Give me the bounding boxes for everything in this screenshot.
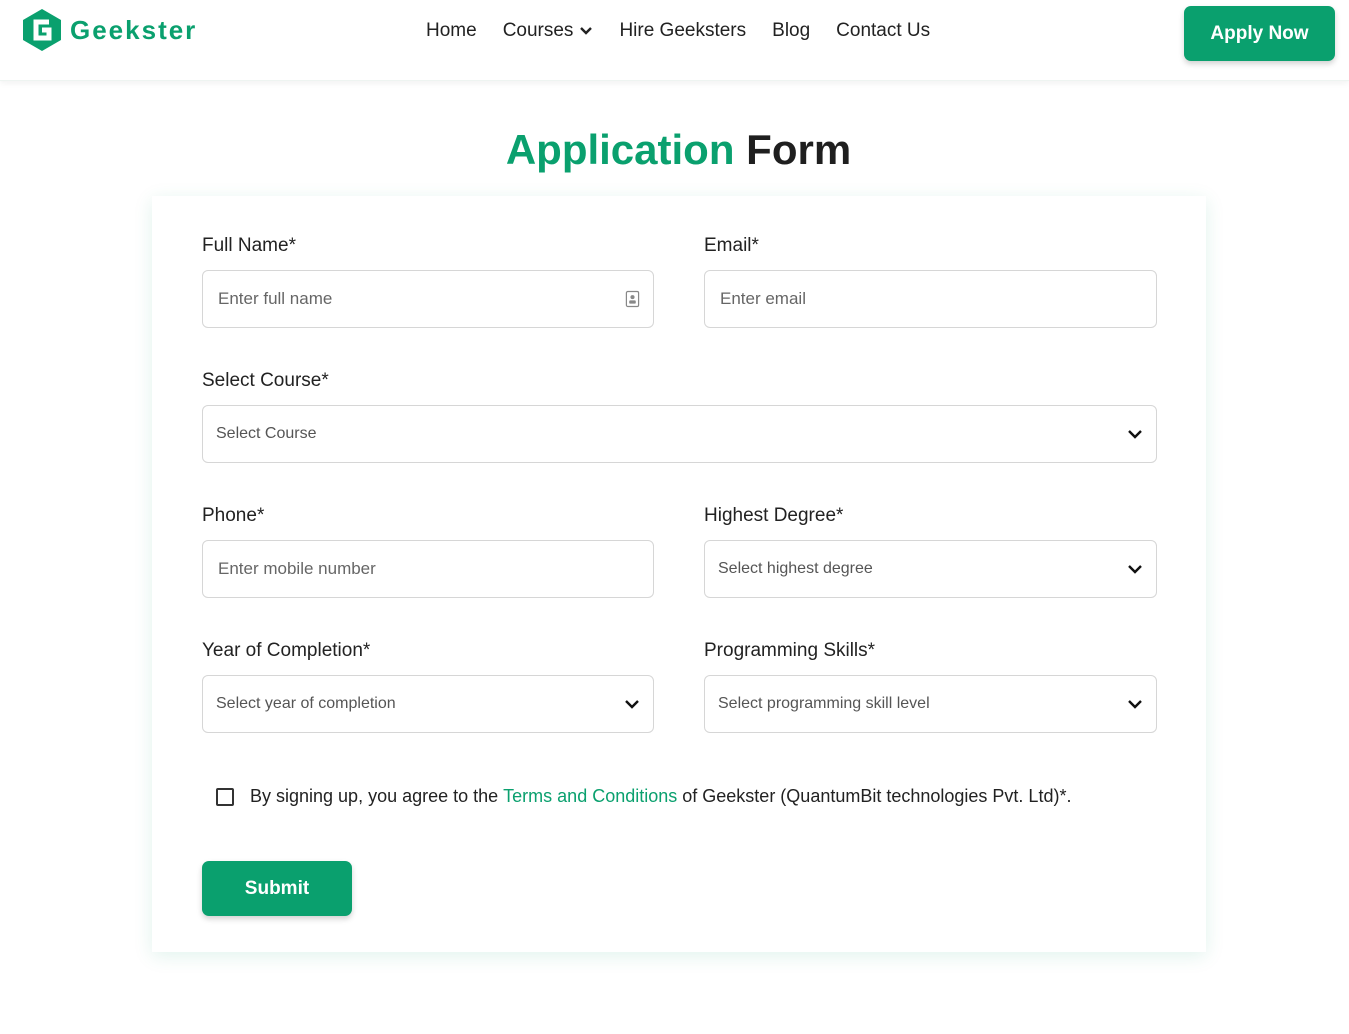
site-header: Geekster Home Courses Hire Geeksters Blo… (0, 0, 1349, 81)
nav-courses[interactable]: Courses (503, 20, 594, 42)
degree-select[interactable]: Select highest degree (704, 540, 1157, 598)
geekster-logo-icon (23, 9, 61, 51)
year-select[interactable]: Select year of completion (202, 675, 654, 733)
logo[interactable]: Geekster (22, 8, 197, 52)
chevron-down-icon (1128, 565, 1142, 574)
full-name-label: Full Name* (202, 235, 296, 256)
chevron-down-icon (625, 700, 639, 709)
nav-contact-us[interactable]: Contact Us (836, 20, 930, 42)
consent-text-before: By signing up, you agree to the (250, 786, 499, 806)
year-select-value: Select year of completion (216, 695, 396, 712)
phone-label: Phone* (202, 505, 265, 526)
chevron-down-icon (1128, 430, 1142, 439)
submit-button[interactable]: Submit (202, 861, 352, 916)
degree-label: Highest Degree* (704, 505, 844, 526)
skills-label: Programming Skills* (704, 640, 876, 661)
email-input[interactable] (718, 288, 1143, 310)
phone-input[interactable] (216, 558, 640, 580)
email-field (704, 270, 1157, 328)
contact-card-icon[interactable] (625, 290, 640, 308)
nav-hire-geeksters[interactable]: Hire Geeksters (619, 20, 746, 42)
skills-select[interactable]: Select programming skill level (704, 675, 1157, 733)
email-label: Email* (704, 235, 759, 256)
apply-now-button[interactable]: Apply Now (1184, 6, 1335, 61)
page-title-accent: Application (505, 126, 735, 173)
nav-home[interactable]: Home (426, 20, 477, 42)
terms-link[interactable]: Terms and Conditions (503, 786, 677, 807)
logo-text: Geekster (70, 14, 198, 45)
full-name-input[interactable] (216, 288, 618, 310)
terms-checkbox[interactable] (216, 787, 234, 806)
degree-select-value: Select highest degree (718, 560, 873, 577)
chevron-down-icon (1128, 700, 1142, 709)
course-select-value: Select Course (216, 425, 317, 442)
nav-courses-label: Courses (502, 20, 574, 41)
course-label: Select Course* (202, 370, 329, 391)
full-name-field (202, 270, 654, 328)
main-nav: Home Courses Hire Geeksters Blog Contact… (426, 20, 956, 42)
page-title: Application Form (0, 126, 1349, 174)
consent-text-after: of Geekster (QuantumBit technologies Pvt… (682, 786, 1072, 806)
phone-field (202, 540, 654, 598)
terms-consent: By signing up, you agree to the Terms an… (216, 786, 1071, 807)
chevron-down-icon (580, 27, 593, 35)
nav-blog[interactable]: Blog (772, 20, 810, 42)
page-title-rest: Form (746, 126, 852, 173)
year-label: Year of Completion* (202, 640, 371, 661)
course-select[interactable]: Select Course (202, 405, 1157, 463)
skills-select-value: Select programming skill level (718, 695, 930, 712)
